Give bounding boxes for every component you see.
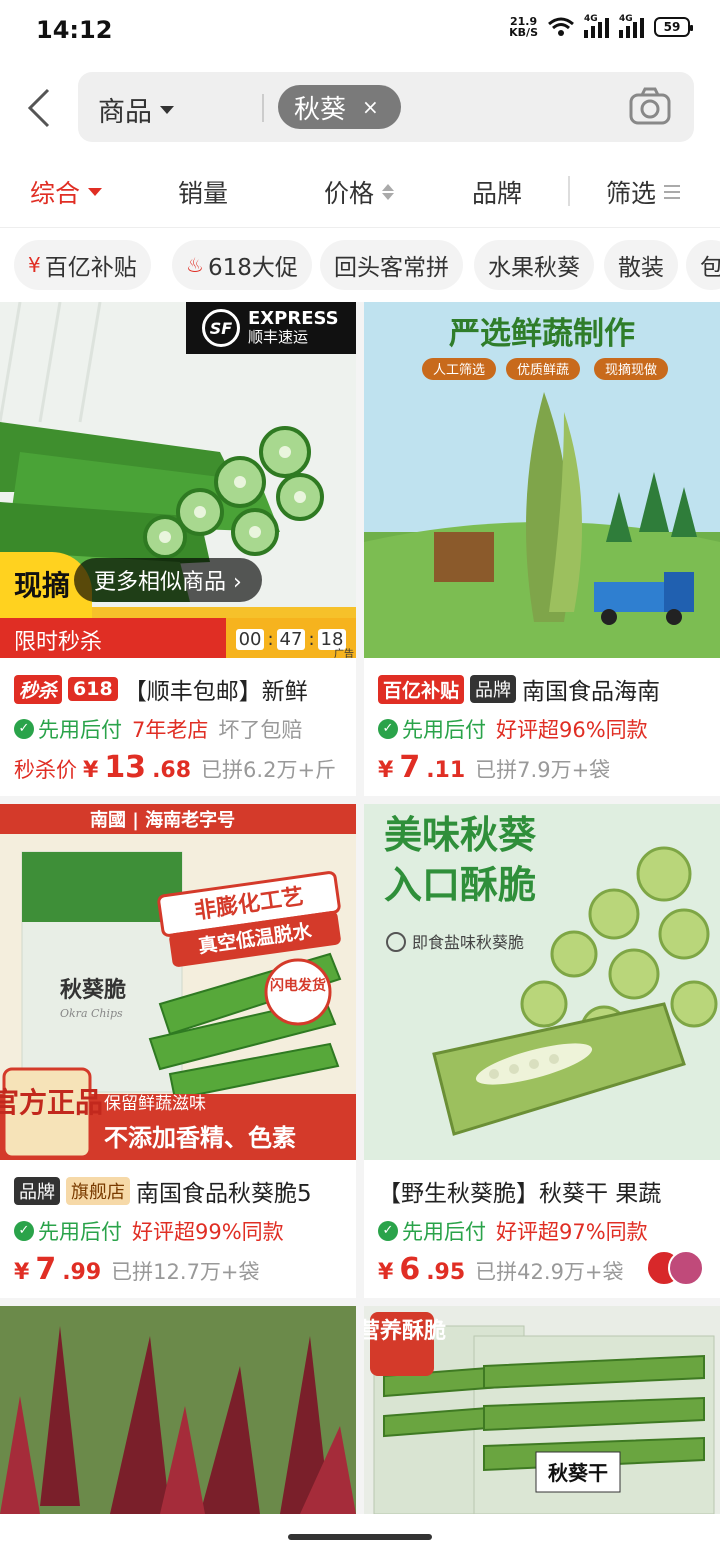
status-icons: 21.9 KB/S 4G 4G 59: [509, 14, 693, 39]
sort-sales[interactable]: 销量: [178, 174, 228, 210]
product-image[interactable]: 严选鲜蔬制作 人工筛选 优质鲜蔬 现摘现做: [364, 302, 720, 658]
image-pill: 人工筛选: [433, 363, 485, 378]
image-pill: 现摘现做: [605, 362, 657, 378]
image-caption: 保留鲜蔬滋味: [104, 1094, 206, 1114]
product-card[interactable]: 严选鲜蔬制作 人工筛选 优质鲜蔬 现摘现做 百亿补贴 品牌 南国食品海南 ✓ 先用…: [364, 302, 720, 796]
product-service-tags: ✓ 先用后付 好评超96%同款: [378, 714, 648, 744]
image-caption: 不添加香精、色素: [104, 1124, 296, 1152]
flash-sale-bar: 限时秒杀 00: 47: 18 广告: [0, 618, 356, 658]
product-image[interactable]: 美味秋葵 入口酥脆 即食盐味秋葵脆: [364, 804, 720, 1160]
signal-icon-2: 4G: [619, 14, 644, 38]
image-pill: 优质鲜蔬: [517, 363, 569, 378]
camera-icon[interactable]: [628, 86, 672, 126]
net-speed: 21.9 KB/S: [509, 15, 538, 39]
product-title: 秒杀 618 【顺丰包邮】新鲜: [14, 672, 354, 706]
check-shield-icon: ✓: [14, 719, 34, 739]
okra-bag-photo: 营养酥脆 秋葵干: [364, 1306, 720, 1514]
product-price: ¥7.11 已拼7.9万+袋: [378, 750, 611, 785]
caret-down-icon: [88, 188, 103, 196]
package-name: 秋葵脆: [60, 977, 126, 1003]
query-chip[interactable]: 秋葵 ×: [278, 85, 401, 129]
product-price: ¥7.99 已拼12.7万+袋: [14, 1252, 260, 1287]
divider: [262, 94, 264, 122]
chevron-left-icon: [27, 88, 50, 128]
red-okra-photo: [0, 1306, 356, 1514]
more-similar-button[interactable]: 更多相似商品 ›: [74, 558, 262, 602]
caret-down-icon: [160, 105, 174, 114]
sort-comprehensive[interactable]: 综合: [30, 174, 103, 210]
bag-label: 秋葵干: [548, 1461, 608, 1485]
okra-farm-illustration: 严选鲜蔬制作 人工筛选 优质鲜蔬 现摘现做: [364, 302, 720, 658]
filter-button[interactable]: 筛选: [606, 174, 681, 210]
filter-icon: [664, 185, 681, 199]
status-time: 14:12: [36, 16, 113, 44]
quick-filter-bar: ¥ 百亿补贴 ♨ 618大促 回头客常拼 水果秋葵 散装 包: [0, 228, 720, 302]
product-image[interactable]: [0, 1306, 356, 1514]
search-scope-dropdown[interactable]: 商品: [98, 90, 174, 129]
back-button[interactable]: [22, 84, 58, 132]
close-icon[interactable]: ×: [362, 95, 379, 119]
image-headline: 入口酥脆: [384, 863, 536, 907]
package-name-en: Okra Chips: [60, 1007, 123, 1020]
coin-bag-icon: ¥: [28, 253, 41, 277]
sf-express-logo: SF EXPRESS 顺丰速运: [186, 302, 356, 354]
battery-icon: 59: [654, 17, 693, 37]
product-image[interactable]: SF EXPRESS 顺丰速运 现摘 更多相似商品 › 限时秒杀 00: 47:…: [0, 302, 356, 658]
product-card[interactable]: 营养酥脆 秋葵干: [364, 1306, 720, 1514]
sort-arrows-icon: [382, 184, 395, 200]
tag-more[interactable]: 包: [686, 240, 720, 290]
search-header: 商品 秋葵 ×: [0, 62, 720, 154]
sort-price[interactable]: 价格: [324, 174, 395, 210]
avatar: [668, 1250, 704, 1286]
product-price: 秒杀价 ¥13.68 已拼6.2万+斤: [14, 750, 337, 785]
tag-subsidy[interactable]: ¥ 百亿补贴: [14, 240, 151, 290]
check-shield-icon: ✓: [378, 1221, 398, 1241]
image-headline: 美味秋葵: [384, 813, 537, 857]
divider: [568, 176, 570, 206]
tag-fruit-okra[interactable]: 水果秋葵: [474, 240, 594, 290]
image-caption: 即食盐味秋葵脆: [412, 933, 524, 952]
product-service-tags: ✓ 先用后付 好评超97%同款: [378, 1216, 648, 1246]
check-shield-icon: ✓: [378, 719, 398, 739]
image-headline: 严选鲜蔬制作: [449, 316, 635, 352]
product-image[interactable]: 南國 | 海南老字号 秋葵脆 Okra Chips 非膨化工艺 真空低温脱水 闪…: [0, 804, 356, 1160]
product-title: 【野生秋葵脆】秋葵干 果蔬: [378, 1181, 662, 1207]
search-box[interactable]: 商品 秋葵 ×: [78, 72, 694, 142]
tag-bulk[interactable]: 散装: [604, 240, 678, 290]
okra-chips-package: 南國 | 海南老字号 秋葵脆 Okra Chips 非膨化工艺 真空低温脱水 闪…: [0, 804, 356, 1160]
flame-icon: ♨: [186, 253, 204, 277]
product-image[interactable]: 营养酥脆 秋葵干: [364, 1306, 720, 1514]
check-shield-icon: ✓: [14, 1221, 34, 1241]
tag-repeat-buyers[interactable]: 回头客常拼: [320, 240, 463, 290]
product-card[interactable]: [0, 1306, 356, 1514]
product-title: 百亿补贴 品牌 南国食品海南: [378, 672, 718, 706]
flash-ship-badge: 闪电发货: [270, 977, 326, 994]
image-badge: 营养酥脆: [364, 1318, 446, 1344]
brand-bar-text: 南國 | 海南老字号: [90, 809, 235, 831]
home-indicator[interactable]: [288, 1534, 432, 1540]
countdown-timer: 00: 47: 18 广告: [226, 618, 356, 658]
product-card[interactable]: 美味秋葵 入口酥脆 即食盐味秋葵脆 【野生秋葵脆】秋葵干 果蔬 ✓ 先用后付 好评…: [364, 804, 720, 1298]
sort-brand[interactable]: 品牌: [472, 174, 522, 210]
okra-snack-photo: 美味秋葵 入口酥脆 即食盐味秋葵脆: [364, 804, 720, 1160]
status-bar: 14:12 21.9 KB/S 4G 4G 59: [0, 0, 720, 62]
product-service-tags: ✓ 先用后付 7年老店 坏了包赔: [14, 714, 302, 744]
product-title: 品牌 旗舰店 南国食品秋葵脆5: [14, 1174, 354, 1208]
product-card[interactable]: SF EXPRESS 顺丰速运 现摘 更多相似商品 › 限时秒杀 00: 47:…: [0, 302, 356, 796]
wifi-icon: [548, 17, 574, 36]
product-card[interactable]: 南國 | 海南老字号 秋葵脆 Okra Chips 非膨化工艺 真空低温脱水 闪…: [0, 804, 356, 1298]
tag-618[interactable]: ♨ 618大促: [172, 240, 312, 290]
official-badge: 官方正品: [0, 1086, 103, 1119]
signal-icon: 4G: [584, 14, 609, 38]
product-service-tags: ✓ 先用后付 好评超99%同款: [14, 1216, 284, 1246]
product-price: ¥6.95 已拼42.9万+袋: [378, 1252, 624, 1287]
buyer-avatars: [646, 1250, 704, 1286]
sort-bar: 综合 销量 价格 品牌 筛选: [0, 154, 720, 228]
